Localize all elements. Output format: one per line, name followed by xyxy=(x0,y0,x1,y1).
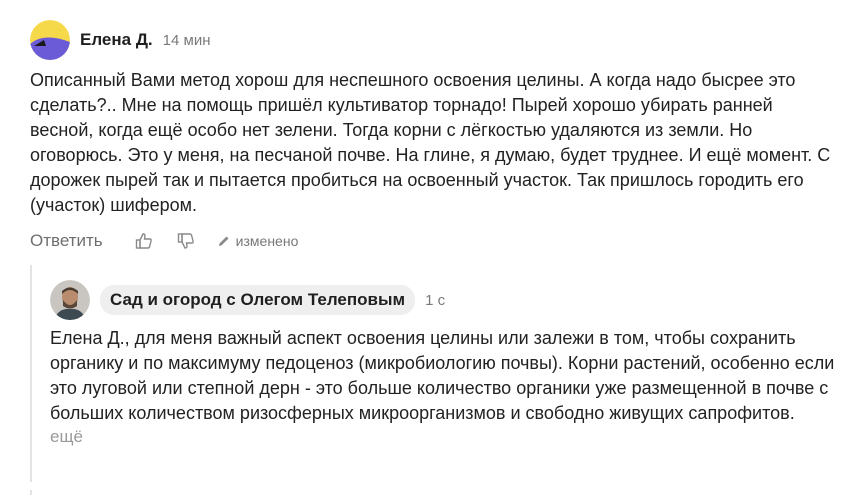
comment-actions: Ответить изменено xyxy=(30,228,840,254)
author-name[interactable]: Елена Д. xyxy=(80,30,153,50)
reply-time: 1 с xyxy=(425,291,446,309)
comment: Елена Д. 14 мин Описанный Вами метод хор… xyxy=(30,18,840,254)
edited-indicator: изменено xyxy=(217,233,299,249)
dislike-icon[interactable] xyxy=(175,230,197,252)
avatar-image xyxy=(30,20,70,60)
edited-label: изменено xyxy=(235,233,299,249)
like-icon[interactable] xyxy=(133,230,155,252)
pencil-icon xyxy=(218,236,229,246)
reply-comment: Сад и огород с Олегом Телеповым 1 с Елен… xyxy=(50,278,840,447)
avatar-photo xyxy=(50,280,90,320)
show-more-link[interactable]: ещё xyxy=(50,427,840,447)
reply-button[interactable]: Ответить xyxy=(30,231,103,251)
bottom-edge xyxy=(0,482,862,490)
reply-header: Сад и огород с Олегом Телеповым 1 с xyxy=(50,278,840,322)
author-avatar[interactable] xyxy=(30,20,70,60)
reply-text: Елена Д., для меня важный аспект освоени… xyxy=(50,328,835,423)
comment-time: 14 мин xyxy=(162,31,211,49)
comment-header: Елена Д. 14 мин xyxy=(30,18,840,62)
comment-text: Описанный Вами метод хорош для неспешног… xyxy=(30,70,831,215)
thread-line xyxy=(30,265,32,495)
reply-author-avatar[interactable] xyxy=(50,280,90,320)
reply-author-name[interactable]: Сад и огород с Олегом Телеповым xyxy=(100,285,416,315)
